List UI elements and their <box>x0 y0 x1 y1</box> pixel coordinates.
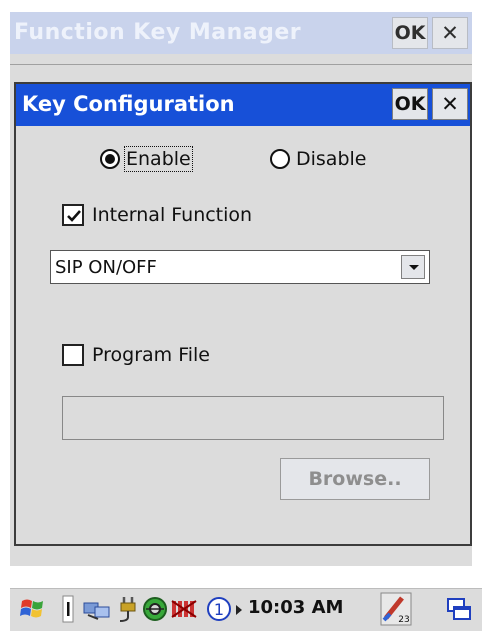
key-configuration-dialog: Key Configuration OK ✕ Enable Disable In… <box>14 82 472 546</box>
enable-radio-label[interactable]: Enable <box>124 146 193 172</box>
internal-function-label[interactable]: Internal Function <box>92 204 252 226</box>
function-select[interactable]: SIP ON/OFF <box>50 250 430 284</box>
divider-icon <box>62 595 74 627</box>
enable-radio[interactable]: Enable <box>100 146 193 172</box>
program-file-check-box[interactable] <box>62 344 84 366</box>
program-file-label[interactable]: Program File <box>92 344 210 366</box>
enable-radio-button[interactable] <box>100 149 120 169</box>
input-panel-number: 23 <box>398 615 409 625</box>
parent-title-bar: Function Key Manager OK ✕ <box>10 12 472 54</box>
dialog-title: Key Configuration <box>22 92 235 116</box>
browse-button[interactable]: Browse.. <box>280 458 430 500</box>
disable-radio[interactable]: Disable <box>270 146 366 172</box>
disable-radio-label[interactable]: Disable <box>296 148 366 170</box>
dialog-close-button[interactable]: ✕ <box>432 88 468 120</box>
internal-function-check-box[interactable] <box>62 204 84 226</box>
clock[interactable]: 10:03 AM <box>248 597 343 618</box>
input-panel-icon[interactable]: 23 <box>380 592 412 630</box>
desktop-icon[interactable] <box>444 595 474 629</box>
disable-radio-button[interactable] <box>270 149 290 169</box>
parent-close-button[interactable]: ✕ <box>432 17 468 49</box>
internal-function-checkbox[interactable]: Internal Function <box>62 202 252 228</box>
program-file-checkbox[interactable]: Program File <box>62 342 210 368</box>
dialog-title-bar: Key Configuration OK ✕ <box>16 84 470 126</box>
parent-divider <box>10 64 472 65</box>
dialog-ok-button[interactable]: OK <box>392 88 428 120</box>
connection-icon[interactable] <box>82 595 112 627</box>
start-flag-icon[interactable] <box>18 593 48 627</box>
signal-off-icon[interactable] <box>170 597 204 625</box>
program-file-path-input[interactable] <box>62 396 444 440</box>
parent-ok-button[interactable]: OK <box>392 17 428 49</box>
parent-window-title: Function Key Manager <box>14 20 302 45</box>
power-plug-icon[interactable] <box>116 595 142 627</box>
arrow-right-icon[interactable] <box>234 602 244 621</box>
chevron-down-icon[interactable] <box>401 255 425 279</box>
function-select-value: SIP ON/OFF <box>55 257 157 278</box>
channel-1-icon[interactable]: 1 <box>206 595 232 627</box>
sync-icon[interactable] <box>142 596 168 626</box>
channel-1-text: 1 <box>214 600 224 619</box>
